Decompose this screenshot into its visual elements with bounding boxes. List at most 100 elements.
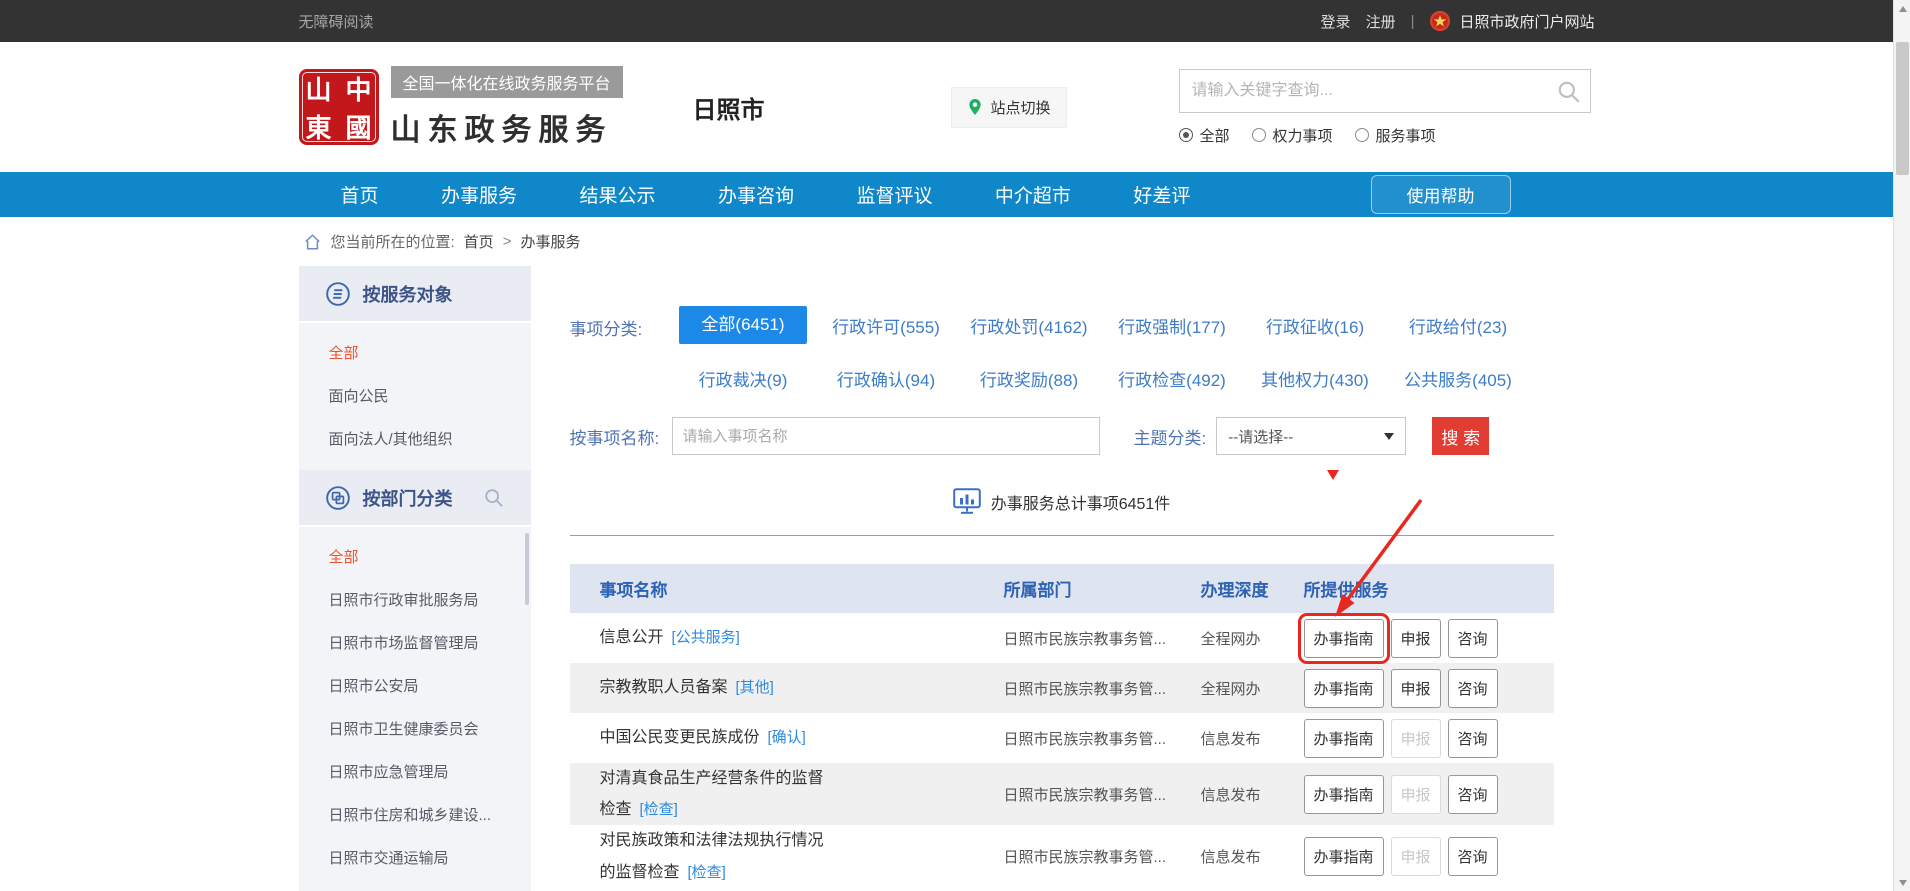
item-name-link[interactable]: 中国公民变更民族成份: [600, 729, 760, 746]
col-header-dept: 所属部门: [1004, 576, 1201, 601]
category-8[interactable]: 行政确认(94): [837, 366, 935, 391]
service-target-item-3[interactable]: 面向法人/其他组织: [299, 417, 531, 460]
item-name-input[interactable]: [672, 417, 1100, 455]
department-search-icon[interactable]: [483, 487, 505, 509]
nav-item-6[interactable]: 中介超市: [995, 181, 1071, 208]
breadcrumb-current[interactable]: 办事服务: [520, 231, 580, 252]
guide-button[interactable]: 办事指南: [1304, 775, 1384, 814]
brand-logo[interactable]: 山中 東國 全国一体化在线政务服务平台 山东政务服务: [299, 66, 623, 149]
portal-link[interactable]: 日照市政府门户网站: [1429, 10, 1594, 32]
department-item-5[interactable]: 日照市卫生健康委员会: [299, 707, 531, 750]
col-header-name: 事项名称: [570, 576, 1004, 601]
consult-button[interactable]: 咨询: [1448, 775, 1498, 814]
item-type-tag[interactable]: [确认]: [768, 729, 806, 746]
guide-button[interactable]: 办事指南: [1304, 719, 1384, 758]
help-button[interactable]: 使用帮助: [1371, 175, 1511, 214]
apply-button[interactable]: 申报: [1391, 669, 1441, 708]
apply-button: 申报: [1391, 837, 1441, 876]
brand-title: 山东政务服务: [391, 105, 623, 149]
portal-label: 日照市政府门户网站: [1459, 11, 1594, 32]
search-button[interactable]: 搜 索: [1432, 417, 1489, 455]
consult-button[interactable]: 咨询: [1448, 669, 1498, 708]
item-name-link[interactable]: 宗教教职人员备案: [600, 679, 728, 696]
scope-radio-3[interactable]: 服务事项: [1355, 125, 1436, 146]
category-7[interactable]: 行政裁决(9): [699, 366, 788, 391]
item-services: 办事指南申报咨询: [1304, 619, 1554, 658]
service-target-title: 按服务对象: [363, 281, 453, 307]
item-type-tag[interactable]: [检查]: [688, 864, 726, 881]
page-scrollbar[interactable]: [1893, 0, 1910, 891]
accessibility-link[interactable]: 无障碍阅读: [299, 11, 374, 32]
search-scope-group: 全部 权力事项 服务事项: [1179, 125, 1591, 146]
nav-item-1[interactable]: 首页: [341, 181, 379, 208]
consult-button[interactable]: 咨询: [1448, 619, 1498, 658]
consult-button[interactable]: 咨询: [1448, 837, 1498, 876]
breadcrumb-separator: >: [503, 233, 512, 250]
topic-select-value: --请选择--: [1228, 426, 1293, 447]
breadcrumb-home[interactable]: 首页: [464, 231, 494, 252]
radio-icon: [1252, 128, 1266, 142]
category-5[interactable]: 行政征收(16): [1266, 313, 1364, 338]
keyword-search-input[interactable]: [1180, 70, 1590, 112]
category-2[interactable]: 行政许可(555): [832, 313, 940, 338]
topic-select[interactable]: --请选择--: [1216, 417, 1406, 455]
site-switch-button[interactable]: 站点切换: [951, 87, 1067, 128]
register-link[interactable]: 注册: [1366, 11, 1396, 32]
guide-button[interactable]: 办事指南: [1304, 669, 1384, 708]
department-item-9[interactable]: 日照市文化和旅游局: [299, 879, 531, 891]
radio-icon: [1355, 128, 1369, 142]
department-item-6[interactable]: 日照市应急管理局: [299, 750, 531, 793]
scope-radio-2[interactable]: 权力事项: [1252, 125, 1333, 146]
category-6[interactable]: 行政给付(23): [1409, 313, 1507, 338]
scrollbar-down-icon[interactable]: [1894, 874, 1910, 891]
department-item-2[interactable]: 日照市行政审批服务局: [299, 578, 531, 621]
scrollbar-thumb[interactable]: [1896, 42, 1909, 175]
login-link[interactable]: 登录: [1321, 11, 1351, 32]
item-name-link[interactable]: 信息公开: [600, 629, 664, 646]
category-9[interactable]: 行政奖励(88): [980, 366, 1078, 391]
service-target-item-1[interactable]: 全部: [299, 331, 531, 374]
guide-button[interactable]: 办事指南: [1304, 619, 1384, 658]
category-11[interactable]: 其他权力(430): [1261, 366, 1369, 391]
item-name-cell: 对民族政策和法律法规执行情况的监督检查[检查]: [570, 825, 1004, 887]
nav-item-3[interactable]: 结果公示: [579, 181, 655, 208]
department-item-3[interactable]: 日照市市场监督管理局: [299, 621, 531, 664]
scope-radio-1[interactable]: 全部: [1179, 125, 1230, 146]
department-item-7[interactable]: 日照市住房和城乡建设...: [299, 793, 531, 836]
sidebar-scrollbar-thumb[interactable]: [525, 533, 529, 605]
scope-label: 全部: [1200, 125, 1230, 146]
department-item-1[interactable]: 全部: [299, 535, 531, 578]
item-type-tag[interactable]: [其他]: [736, 679, 774, 696]
nav-item-7[interactable]: 好差评: [1133, 181, 1190, 208]
department-item-4[interactable]: 日照市公安局: [299, 664, 531, 707]
apply-button[interactable]: 申报: [1391, 619, 1441, 658]
consult-button[interactable]: 咨询: [1448, 719, 1498, 758]
category-10[interactable]: 行政检查(492): [1118, 366, 1226, 391]
nav-item-5[interactable]: 监督评议: [856, 181, 932, 208]
service-target-item-2[interactable]: 面向公民: [299, 374, 531, 417]
category-3[interactable]: 行政处罚(4162): [970, 313, 1087, 338]
item-name-link[interactable]: 对清真食品生产经营条件的监督检查: [600, 770, 824, 818]
category-1[interactable]: 全部(6451): [679, 306, 807, 344]
item-type-tag[interactable]: [公共服务]: [672, 629, 740, 646]
department-list-wrap: 全部日照市行政审批服务局日照市市场监督管理局日照市公安局日照市卫生健康委员会日照…: [299, 527, 531, 891]
keyword-search-box: [1179, 69, 1591, 113]
category-4[interactable]: 行政强制(177): [1118, 313, 1226, 338]
item-department: 日照市民族宗教事务管...: [1004, 728, 1201, 749]
location-pin-icon: [967, 98, 983, 116]
department-item-8[interactable]: 日照市交通运输局: [299, 836, 531, 879]
breadcrumb-prefix: 您当前所在的位置:: [331, 231, 455, 252]
item-name-cell: 信息公开 [公共服务]: [570, 622, 1004, 653]
item-depth: 信息发布: [1201, 784, 1304, 805]
item-services: 办事指南申报咨询: [1304, 837, 1554, 876]
guide-button[interactable]: 办事指南: [1304, 837, 1384, 876]
category-12[interactable]: 公共服务(405): [1404, 366, 1512, 391]
search-icon[interactable]: [1556, 79, 1582, 105]
col-header-depth: 办理深度: [1201, 576, 1304, 601]
site-header: 山中 東國 全国一体化在线政务服务平台 山东政务服务 日照市 站点切换: [0, 42, 1893, 172]
platform-badge: 全国一体化在线政务服务平台: [391, 66, 623, 98]
item-type-tag[interactable]: [检查]: [640, 801, 678, 818]
scrollbar-up-icon[interactable]: [1894, 0, 1910, 17]
nav-item-4[interactable]: 办事咨询: [718, 181, 794, 208]
nav-item-2[interactable]: 办事服务: [441, 181, 517, 208]
